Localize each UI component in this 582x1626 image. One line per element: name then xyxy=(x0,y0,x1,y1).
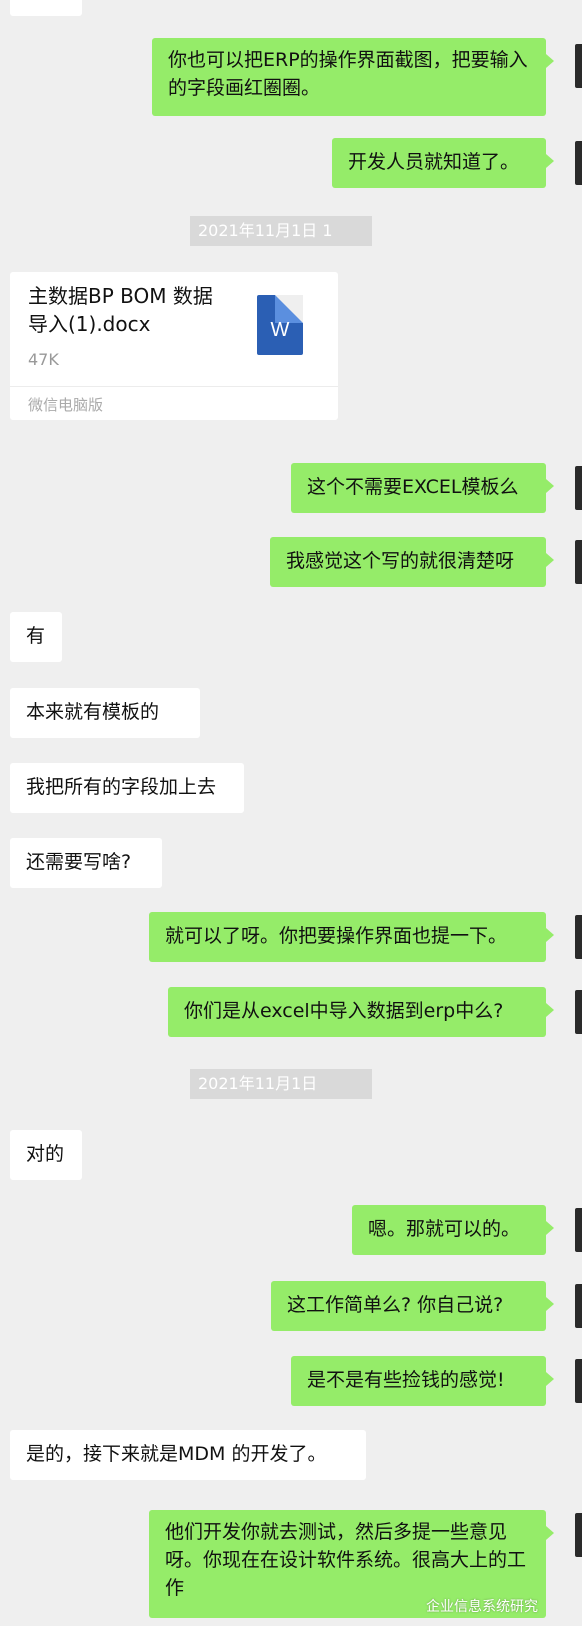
chat-message-sent[interactable]: 这个不需要EXCEL模板么 xyxy=(291,463,554,513)
avatar[interactable] xyxy=(575,44,582,88)
file-source-label: 微信电脑版 xyxy=(28,396,104,414)
avatar[interactable] xyxy=(575,540,582,584)
avatar[interactable] xyxy=(575,915,582,959)
file-name: 主数据BP BOM 数据导入(1).docx xyxy=(28,284,213,336)
timestamp: 2021年11月1日 1 xyxy=(190,216,372,246)
watermark-label: 企业信息系统研究 xyxy=(426,1599,538,1615)
avatar[interactable] xyxy=(575,1359,582,1403)
chat-message-sent[interactable]: 你们是从excel中导入数据到erp中么? xyxy=(168,987,554,1037)
avatar[interactable] xyxy=(575,1284,582,1328)
chat-message-sent[interactable]: 开发人员就知道了。 xyxy=(332,138,554,188)
chat-message-received[interactable]: 还需要写啥? xyxy=(10,838,162,888)
avatar[interactable] xyxy=(575,141,582,185)
truncated-message-stub xyxy=(10,0,82,16)
chat-message-sent[interactable]: 我感觉这个写的就很清楚呀 xyxy=(270,537,554,587)
chat-message-received[interactable]: 是的，接下来就是MDM 的开发了。 xyxy=(10,1430,366,1480)
chat-message-sent[interactable]: 这工作简单么? 你自己说? xyxy=(271,1281,554,1331)
file-message-card[interactable]: 主数据BP BOM 数据导入(1).docx 47K W 微信电脑版 xyxy=(10,272,338,420)
word-document-icon: W xyxy=(257,295,303,355)
chat-message-sent[interactable]: 是不是有些捡钱的感觉! xyxy=(291,1356,554,1406)
avatar[interactable] xyxy=(575,990,582,1034)
avatar[interactable] xyxy=(575,1513,582,1557)
timestamp: 2021年11月1日 xyxy=(190,1069,372,1099)
chat-message-sent[interactable]: 你也可以把ERP的操作界面截图，把要输入的字段画红圈圈。 xyxy=(152,38,554,116)
chat-message-received[interactable]: 本来就有模板的 xyxy=(10,688,200,738)
avatar[interactable] xyxy=(575,1208,582,1252)
chat-message-received[interactable]: 有 xyxy=(10,612,62,662)
divider xyxy=(10,386,338,387)
file-size: 47K xyxy=(28,350,59,369)
chat-message-received[interactable]: 对的 xyxy=(10,1130,82,1180)
avatar[interactable] xyxy=(575,466,582,510)
chat-message-sent[interactable]: 就可以了呀。你把要操作界面也提一下。 xyxy=(149,912,554,962)
chat-message-received[interactable]: 我把所有的字段加上去 xyxy=(10,763,244,813)
chat-message-sent[interactable]: 嗯。那就可以的。 xyxy=(352,1205,554,1255)
